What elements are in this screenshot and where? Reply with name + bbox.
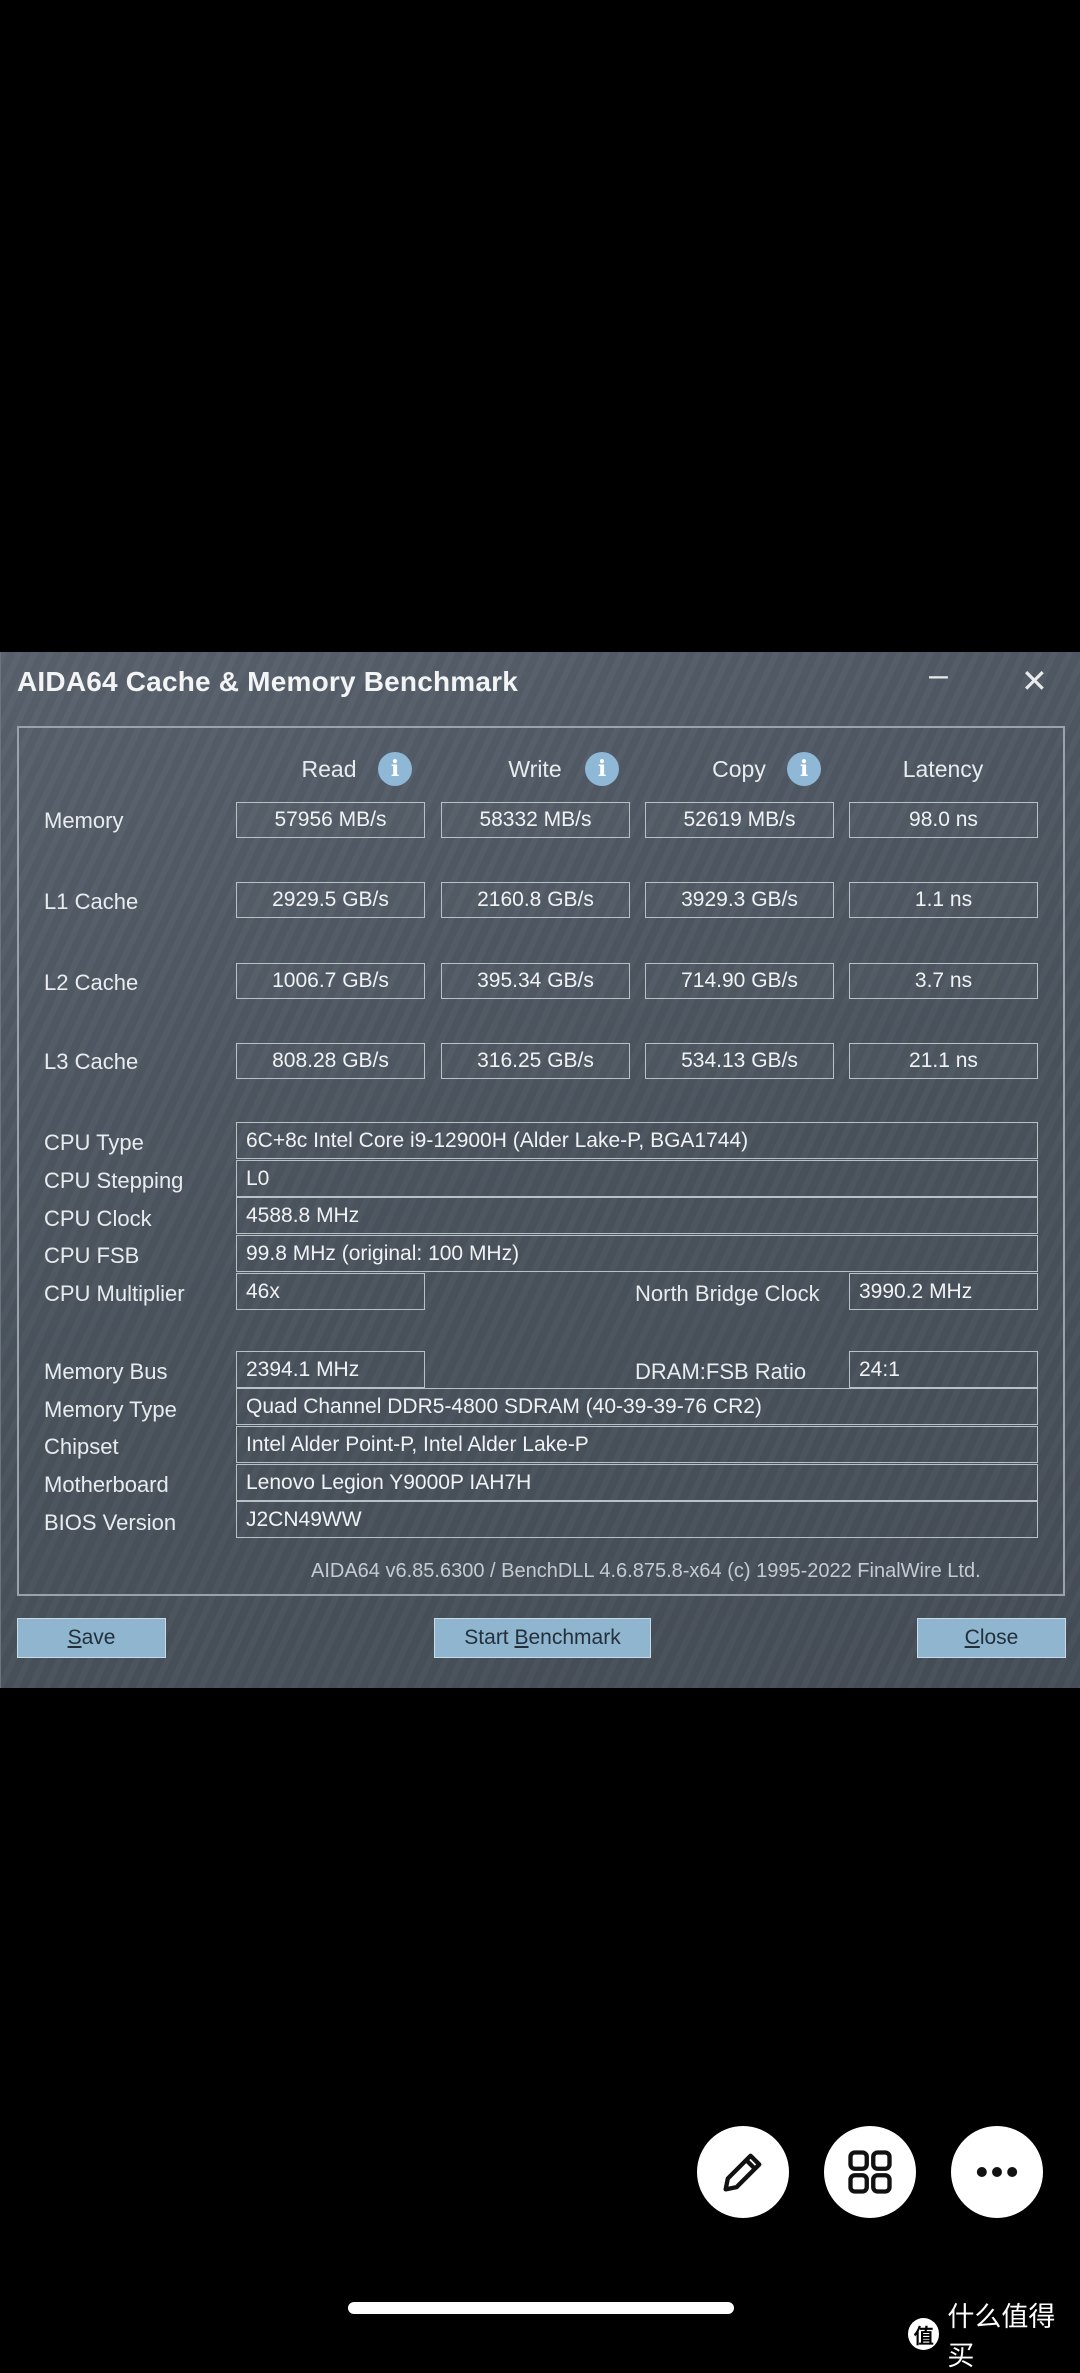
dram-ratio-value: 24:1 [849,1351,1038,1388]
save-mnemonic: S [67,1626,82,1649]
start-label: Start [464,1626,515,1649]
read-info-icon[interactable]: i [378,752,412,786]
l3-latency-value: 21.1 ns [849,1043,1038,1079]
l2-latency-value: 3.7 ns [849,963,1038,999]
l3-read-value: 808.28 GB/s [236,1043,425,1079]
pencil-icon [723,2153,762,2192]
cpu-multiplier-value: 46x [236,1273,425,1310]
home-indicator[interactable] [348,2302,734,2314]
chipset-value: Intel Alder Point-P, Intel Alder Lake-P [236,1426,1038,1463]
nb-clock-label: North Bridge Clock [635,1281,820,1306]
nb-clock-value: 3990.2 MHz [849,1273,1038,1310]
start-benchmark-button[interactable]: Start Benchmark [434,1618,651,1658]
aida64-window: AIDA64 Cache & Memory Benchmark – ✕ Read… [0,652,1080,1688]
copy-info-icon[interactable]: i [787,752,821,786]
l1-read-value: 2929.5 GB/s [236,882,425,918]
memory-write-value: 58332 MB/s [441,802,630,838]
row-label: L1 Cache [44,889,139,914]
window-close-button[interactable]: ✕ [1021,662,1048,700]
start-mnemonic: B [514,1626,529,1649]
save-button[interactable]: Save [17,1618,166,1658]
motherboard-label: Motherboard [44,1472,169,1497]
watermark-text: 什么值得买 [947,2302,1056,2371]
chipset-label: Chipset [44,1434,119,1459]
col-header-latency: Latency [902,756,984,782]
motherboard-value: Lenovo Legion Y9000P IAH7H [236,1464,1038,1501]
cpu-clock-label: CPU Clock [44,1206,152,1231]
cpu-clock-value: 4588.8 MHz [236,1197,1038,1234]
cpu-fsb-value: 99.8 MHz (original: 100 MHz) [236,1235,1038,1272]
l2-write-value: 395.34 GB/s [441,963,630,999]
bios-label: BIOS Version [44,1510,177,1535]
row-label: Memory [44,808,124,833]
cpu-stepping-label: CPU Stepping [44,1168,184,1193]
watermark: 值 什么值得买 [908,2295,1080,2373]
close-label: lose [979,1626,1019,1649]
cpu-type-label: CPU Type [44,1130,144,1155]
grid-fab[interactable] [824,2126,916,2218]
l2-read-value: 1006.7 GB/s [236,963,425,999]
grid-icon [848,2150,892,2194]
row-label: L3 Cache [44,1049,139,1074]
more-icon [976,2167,1018,2177]
edit-fab[interactable] [697,2126,789,2218]
write-info-icon[interactable]: i [585,752,619,786]
memory-bus-value: 2394.1 MHz [236,1351,425,1388]
close-button[interactable]: Close [917,1618,1066,1658]
close-mnemonic: C [964,1626,980,1649]
cpu-multiplier-label: CPU Multiplier [44,1281,185,1306]
row-label: L2 Cache [44,970,139,995]
l1-write-value: 2160.8 GB/s [441,882,630,918]
memory-type-label: Memory Type [44,1397,177,1422]
watermark-logo-icon: 值 [908,2318,940,2350]
version-footer: AIDA64 v6.85.6300 / BenchDLL 4.6.875.8-x… [311,1560,981,1582]
l1-copy-value: 3929.3 GB/s [645,882,834,918]
memory-read-value: 57956 MB/s [236,802,425,838]
l3-copy-value: 534.13 GB/s [645,1043,834,1079]
l1-latency-value: 1.1 ns [849,882,1038,918]
minimize-button[interactable]: – [929,656,948,695]
dram-ratio-label: DRAM:FSB Ratio [635,1359,807,1384]
start-label-rest: enchmark [528,1626,621,1649]
cpu-stepping-value: L0 [236,1160,1038,1197]
l3-write-value: 316.25 GB/s [441,1043,630,1079]
window-title: AIDA64 Cache & Memory Benchmark [17,666,519,697]
memory-bus-label: Memory Bus [44,1359,168,1384]
cpu-type-value: 6C+8c Intel Core i9-12900H (Alder Lake-P… [236,1122,1038,1159]
cpu-fsb-label: CPU FSB [44,1243,140,1268]
save-label: ave [81,1626,116,1649]
l2-copy-value: 714.90 GB/s [645,963,834,999]
memory-type-value: Quad Channel DDR5-4800 SDRAM (40-39-39-7… [236,1388,1038,1425]
memory-latency-value: 98.0 ns [849,802,1038,838]
more-fab[interactable] [951,2126,1043,2218]
memory-copy-value: 52619 MB/s [645,802,834,838]
bios-value: J2CN49WW [236,1501,1038,1538]
